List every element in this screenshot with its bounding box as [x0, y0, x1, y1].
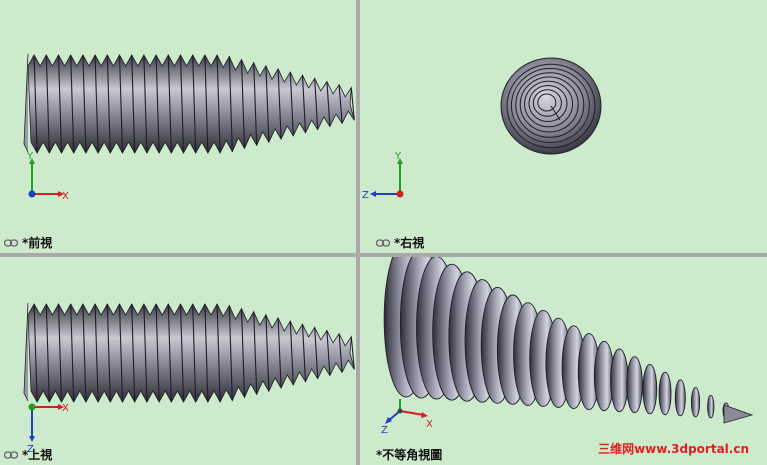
axis-triad: Y X	[26, 151, 69, 202]
axis-label-x: X	[426, 419, 433, 430]
view-name: *右視	[394, 236, 425, 250]
viewport-top[interactable]: Z X *上視	[0, 257, 356, 465]
view-label-isometric: *不等角視圖	[376, 446, 442, 463]
link-icon	[4, 450, 18, 459]
axis-label-y: Y	[26, 151, 34, 162]
viewport-right[interactable]: Y Z *右視	[360, 0, 767, 253]
axis-triad: Z X	[27, 403, 69, 453]
screw-end-view	[500, 57, 602, 155]
four-view-layout: Y X *前視 Y Z *右視 Z X *上視 Z X *不等角視圖 三维网ww…	[0, 0, 767, 465]
axis-triad: Y Z	[362, 151, 404, 201]
view-name: *上視	[22, 448, 53, 462]
view-name: *不等角視圖	[376, 448, 443, 462]
view-label-front: *前視	[4, 234, 52, 251]
axis-triad: Z X	[381, 399, 433, 436]
link-icon	[376, 238, 390, 247]
axis-label-y: Y	[394, 151, 402, 162]
axis-label-x: X	[62, 403, 69, 414]
watermark: 三维网www.3dportal.cn	[598, 442, 749, 456]
viewport-front[interactable]: Y X *前視	[0, 0, 356, 253]
screw-side-view	[23, 53, 355, 154]
view-name: *前視	[22, 236, 53, 250]
view-label-right: *右視	[376, 234, 424, 251]
axis-label-z: Z	[362, 190, 369, 201]
link-icon	[4, 238, 18, 247]
viewport-isometric[interactable]: Z X *不等角視圖 三维网www.3dportal.cn	[360, 257, 767, 465]
axis-label-z: Z	[381, 425, 388, 436]
axis-label-x: X	[62, 191, 69, 202]
view-label-top: *上視	[4, 446, 52, 463]
